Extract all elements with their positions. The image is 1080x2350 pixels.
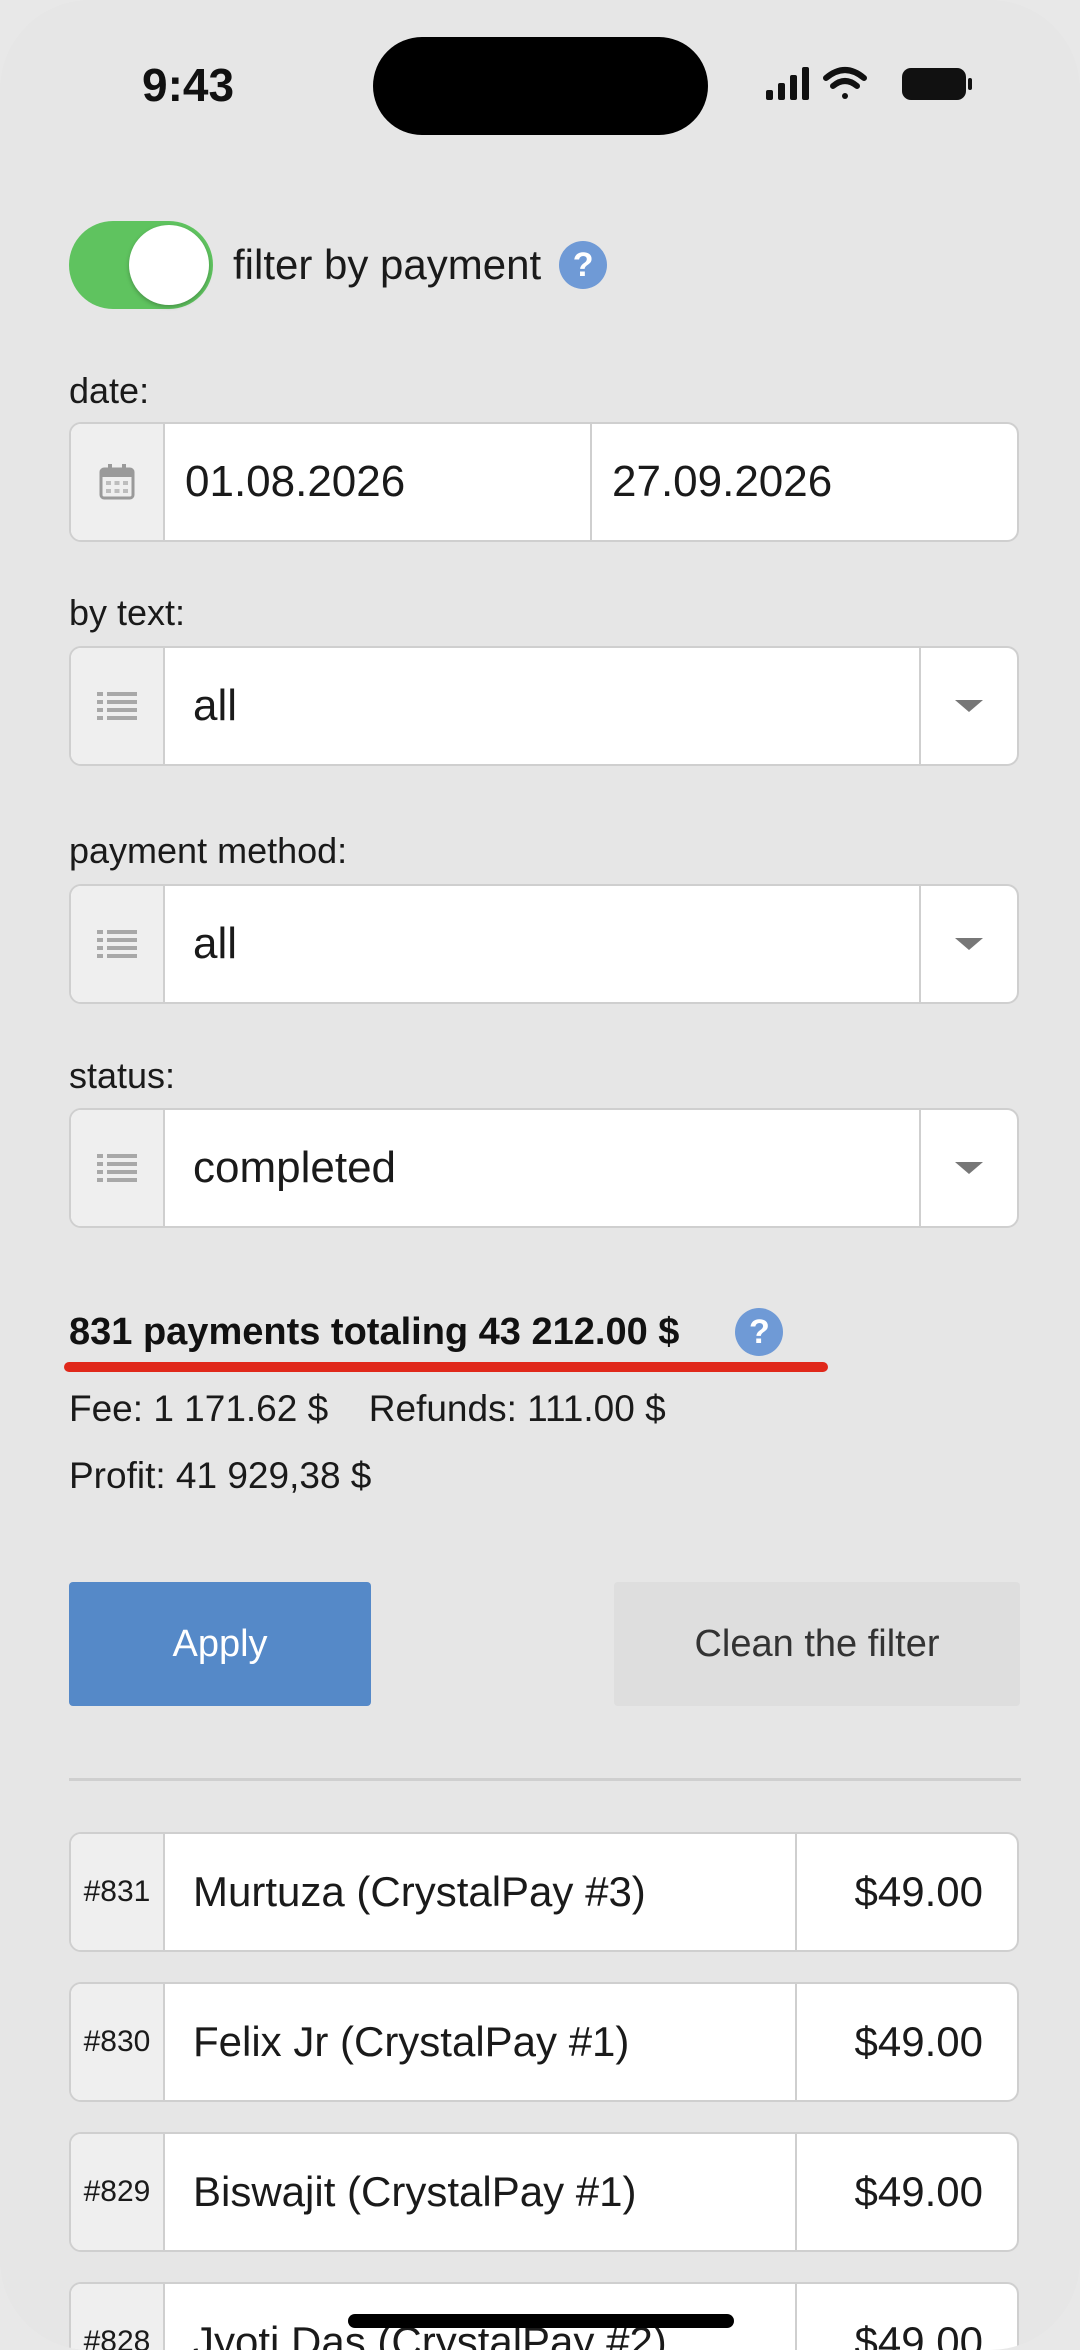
profit-text: Profit: 41 929,38 $ (69, 1455, 372, 1496)
wifi-icon (823, 67, 867, 99)
clean-filter-button[interactable]: Clean the filter (614, 1582, 1020, 1706)
fee-refunds-line: Fee: 1 171.62 $ Refunds: 111.00 $ (69, 1388, 666, 1430)
payment-amount: $49.00 (795, 2284, 1017, 2350)
status-label: status: (69, 1055, 176, 1096)
payment-method-select[interactable]: all (69, 884, 1019, 1004)
payments-summary: 831 payments totaling 43 212.00 $ ? (69, 1308, 784, 1356)
date-label: date: (69, 370, 150, 411)
payment-method-label: payment method: (69, 830, 348, 871)
chevron-down-icon[interactable] (919, 886, 1017, 1002)
payment-id: #828 (71, 2284, 165, 2350)
filter-by-payment-toggle[interactable] (69, 221, 213, 309)
status-select[interactable]: completed (69, 1108, 1019, 1228)
date-from-input[interactable]: 01.08.2026 (165, 424, 590, 540)
divider (69, 1778, 1021, 1781)
filter-toggle-row: filter by payment ? (69, 220, 608, 310)
status-bar: 9:43 (0, 0, 1080, 170)
date-to-input[interactable]: 27.09.2026 (590, 424, 1017, 540)
dynamic-island (373, 37, 708, 135)
payment-amount: $49.00 (795, 1834, 1017, 1950)
chevron-down-icon[interactable] (919, 648, 1017, 764)
summary-underline (64, 1362, 828, 1372)
fee-text: Fee: 1 171.62 $ (69, 1388, 329, 1429)
refunds-text: Refunds: 111.00 $ (368, 1388, 666, 1429)
home-indicator[interactable] (348, 2314, 734, 2328)
apply-button[interactable]: Apply (69, 1582, 371, 1706)
date-range-field: 01.08.2026 27.09.2026 (69, 422, 1019, 542)
payments-list: #831 Murtuza (CrystalPay #3) $49.00 #830… (69, 1832, 1019, 2350)
status-value: completed (193, 1143, 397, 1192)
chevron-down-icon[interactable] (919, 1110, 1017, 1226)
list-icon (71, 886, 165, 1002)
payment-id: #830 (71, 1984, 165, 2100)
payment-method-value: all (193, 919, 238, 968)
calendar-icon[interactable] (71, 424, 165, 540)
toggle-knob (129, 225, 209, 305)
help-icon[interactable]: ? (735, 1308, 784, 1356)
by-text-value: all (193, 681, 238, 730)
payment-name: Murtuza (CrystalPay #3) (193, 1868, 646, 1915)
battery-icon (902, 68, 972, 100)
status-icons (766, 67, 972, 100)
payment-amount: $49.00 (795, 1984, 1017, 2100)
help-icon[interactable]: ? (559, 241, 608, 289)
payment-amount: $49.00 (795, 2134, 1017, 2250)
filter-toggle-label: filter by payment (233, 241, 542, 288)
payment-name: Biswajit (CrystalPay #1) (193, 2168, 637, 2215)
phone-screen: 9:43 filter by payment ? date: 01.08.202… (0, 0, 1080, 2350)
summary-headline: 831 payments totaling 43 212.00 $ (69, 1310, 680, 1353)
list-icon (71, 648, 165, 764)
payment-row[interactable]: #829 Biswajit (CrystalPay #1) $49.00 (69, 2132, 1019, 2252)
status-time: 9:43 (142, 59, 235, 111)
signal-icon (766, 67, 809, 100)
by-text-label: by text: (69, 592, 186, 633)
payment-row[interactable]: #830 Felix Jr (CrystalPay #1) $49.00 (69, 1982, 1019, 2102)
payment-row[interactable]: #831 Murtuza (CrystalPay #3) $49.00 (69, 1832, 1019, 1952)
payment-name: Felix Jr (CrystalPay #1) (193, 2018, 630, 2065)
payment-id: #831 (71, 1834, 165, 1950)
by-text-select[interactable]: all (69, 646, 1019, 766)
payment-id: #829 (71, 2134, 165, 2250)
list-icon (71, 1110, 165, 1226)
